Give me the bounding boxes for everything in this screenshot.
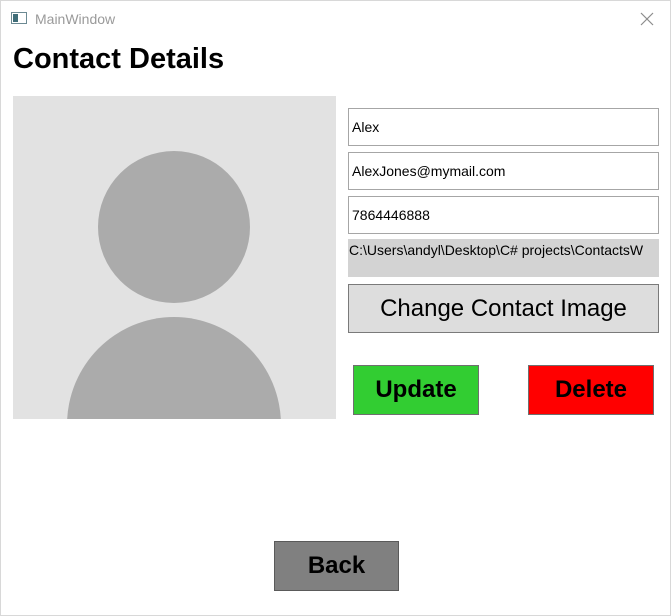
close-button[interactable]	[624, 1, 670, 37]
delete-button[interactable]: Delete	[528, 365, 654, 415]
contact-avatar	[13, 96, 336, 419]
app-window-icon	[11, 12, 27, 24]
image-path-text: C:\Users\andyl\Desktop\C# projects\Conta…	[348, 239, 659, 277]
person-placeholder-icon	[67, 151, 281, 419]
title-bar[interactable]: MainWindow	[1, 1, 670, 37]
phone-input[interactable]	[348, 196, 659, 234]
change-contact-image-button[interactable]: Change Contact Image	[348, 284, 659, 333]
page-title: Contact Details	[13, 43, 225, 75]
email-input[interactable]	[348, 152, 659, 190]
window-title: MainWindow	[35, 11, 116, 27]
back-button[interactable]: Back	[274, 541, 399, 591]
close-icon	[640, 12, 654, 26]
main-window: MainWindow Contact Details C:\Users\andy…	[0, 0, 671, 616]
name-input[interactable]	[348, 108, 659, 146]
update-button[interactable]: Update	[353, 365, 479, 415]
